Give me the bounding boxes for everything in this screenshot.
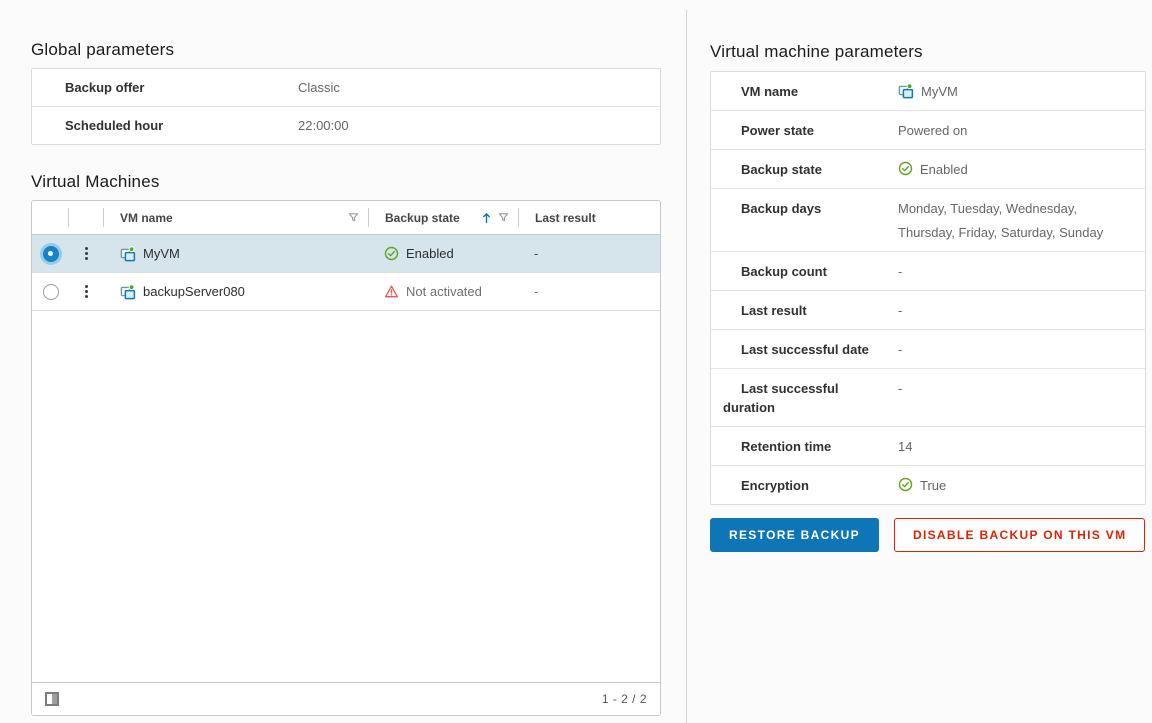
last-result-value: - (519, 284, 660, 299)
last-result-label: Last result (711, 301, 871, 320)
filter-icon[interactable] (498, 212, 509, 223)
table-row: Last result - (711, 291, 1145, 330)
global-parameters-table: Backup offer Classic Scheduled hour 22:0… (31, 68, 661, 145)
table-row: Backup count - (711, 252, 1145, 291)
row-select-cell[interactable] (32, 284, 69, 300)
table-row: Last successful date - (711, 330, 1145, 369)
row-actions-cell[interactable] (69, 281, 104, 302)
retention-time-value: 14 (898, 437, 1145, 456)
vm-name: MyVM (143, 246, 180, 261)
table-row: Backup state Enabled (711, 150, 1145, 189)
last-result-value: - (519, 246, 660, 261)
column-header-backup-state[interactable]: Backup state (369, 201, 519, 234)
vm-parameters-table: VM name MyVM Power state Powered on Back… (710, 71, 1146, 505)
vm-datagrid: VM name Backup state (31, 200, 661, 716)
row-select-cell[interactable] (32, 246, 69, 262)
datagrid-footer: 1 - 2 / 2 (32, 682, 660, 715)
virtual-machines-title: Virtual Machines (31, 172, 661, 192)
table-row: Encryption True (711, 466, 1145, 504)
backup-count-value: - (898, 262, 1145, 281)
column-picker-icon[interactable] (45, 692, 59, 706)
retention-time-label: Retention time (711, 437, 871, 456)
restore-backup-button[interactable]: RESTORE BACKUP (710, 518, 879, 552)
vm-name: backupServer080 (143, 284, 245, 299)
encryption-label: Encryption (711, 476, 871, 495)
header-select-column (32, 201, 69, 234)
datagrid-header: VM name Backup state (32, 201, 660, 235)
vm-parameters-title: Virtual machine parameters (710, 42, 1146, 62)
table-row: Power state Powered on (711, 111, 1145, 150)
last-successful-duration-label: Last successful duration (711, 379, 871, 417)
power-state-value: Powered on (898, 121, 1145, 140)
vm-icon (120, 284, 136, 300)
disable-backup-button[interactable]: DISABLE BACKUP ON THIS VM (894, 518, 1145, 552)
scheduled-hour-label: Scheduled hour (32, 116, 298, 135)
table-row-backupserver080[interactable]: backupServer080 Not activated - (32, 273, 660, 311)
power-state-label: Power state (711, 121, 871, 140)
pagination-text: 1 - 2 / 2 (602, 692, 647, 706)
table-row: VM name MyVM (711, 72, 1145, 111)
column-header-vm-name[interactable]: VM name (104, 201, 369, 234)
success-icon (898, 477, 913, 492)
radio-selected[interactable] (43, 246, 59, 262)
vm-name-value: MyVM (921, 82, 958, 101)
last-successful-duration-value: - (898, 379, 1145, 398)
table-row: Backup days Monday, Tuesday, Wednesday, … (711, 189, 1145, 252)
backup-offer-label: Backup offer (32, 78, 298, 97)
filter-icon[interactable] (348, 212, 359, 223)
backup-state-column-label: Backup state (369, 211, 460, 225)
vm-name-label: VM name (711, 82, 871, 101)
backup-offer-value: Classic (298, 78, 660, 97)
last-successful-date-value: - (898, 340, 1145, 359)
global-parameters-title: Global parameters (31, 40, 661, 60)
backup-state-label: Backup state (711, 160, 871, 179)
backup-count-label: Backup count (711, 262, 871, 281)
success-icon (384, 246, 399, 261)
kebab-menu-icon[interactable] (81, 243, 92, 264)
table-row-myvm[interactable]: MyVM Enabled - (32, 235, 660, 273)
backup-days-value-line1: Monday, Tuesday, Wednesday, (898, 199, 1103, 218)
backup-days-label: Backup days (711, 199, 871, 218)
backup-state-value: Enabled (406, 246, 454, 261)
last-result-value: - (898, 301, 1145, 320)
header-actions-column (69, 201, 104, 234)
column-header-last-result[interactable]: Last result (519, 201, 660, 234)
right-panel: Virtual machine parameters VM name MyVM … (710, 42, 1146, 552)
vm-icon (120, 246, 136, 262)
vm-icon (898, 83, 914, 99)
vm-name-column-label: VM name (104, 211, 173, 225)
warning-icon (384, 284, 399, 299)
table-row: Backup offer Classic (32, 69, 660, 107)
backup-state-value: Not activated (406, 284, 482, 299)
backup-state-value: Enabled (920, 160, 968, 179)
table-row: Scheduled hour 22:00:00 (32, 107, 660, 144)
kebab-menu-icon[interactable] (81, 281, 92, 302)
left-panel: Global parameters Backup offer Classic S… (31, 40, 661, 716)
last-successful-date-label: Last successful date (711, 340, 871, 359)
radio-unselected[interactable] (43, 284, 59, 300)
encryption-value: True (920, 476, 946, 495)
row-actions-cell[interactable] (69, 243, 104, 264)
action-buttons: RESTORE BACKUP DISABLE BACKUP ON THIS VM (710, 518, 1146, 552)
backup-days-value-line2: Thursday, Friday, Saturday, Sunday (898, 223, 1103, 242)
success-icon (898, 161, 913, 176)
datagrid-empty-area (32, 311, 660, 682)
sort-ascending-icon[interactable] (481, 211, 492, 224)
last-result-column-label: Last result (519, 211, 596, 225)
panel-divider (686, 10, 687, 723)
scheduled-hour-value: 22:00:00 (298, 116, 660, 135)
table-row: Retention time 14 (711, 427, 1145, 466)
table-row: Last successful duration - (711, 369, 1145, 427)
